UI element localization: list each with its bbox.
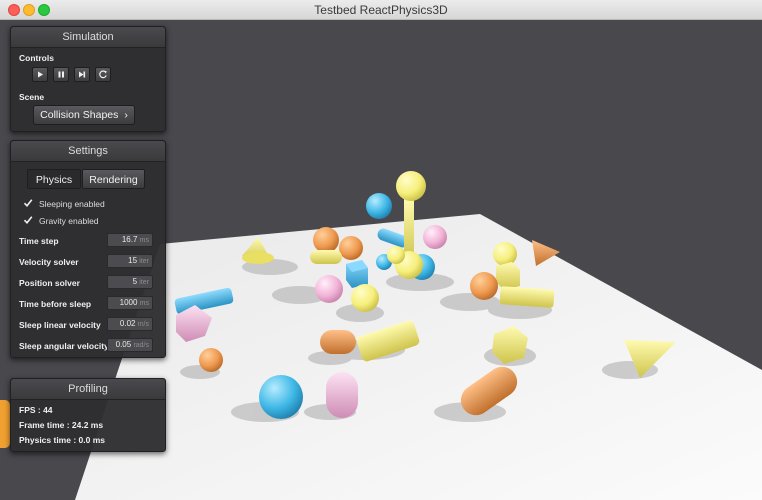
simulation-panel-title: Simulation — [11, 27, 165, 48]
position-solver-unit: iter — [139, 279, 149, 286]
yellow-sphere — [387, 246, 405, 264]
yellow-cylinder — [499, 286, 555, 308]
time-step-unit: ms — [139, 237, 149, 244]
time-before-sleep-unit: ms — [139, 300, 149, 307]
check-icon — [23, 199, 33, 208]
time-step-value: 16.7 — [121, 235, 138, 244]
simulation-panel: Simulation Controls Scene Collision Shap… — [10, 26, 166, 132]
profiling-panel: Profiling FPS : 44 Frame time : 24.2 ms … — [10, 378, 166, 452]
cyan-sphere — [366, 193, 392, 219]
controls-label: Controls — [19, 53, 54, 63]
position-solver-value: 5 — [132, 277, 138, 286]
check-icon — [23, 216, 33, 225]
sleep-linear-velocity-value: 0.02 — [119, 319, 136, 328]
frame-time-readout: Frame time : 24.2 ms — [19, 420, 104, 430]
orange-sphere — [470, 272, 498, 300]
sleep-angular-velocity-field[interactable]: 0.05 rad/s — [107, 338, 153, 352]
play-icon — [38, 71, 43, 78]
sleep-angular-velocity-unit: rad/s — [133, 342, 149, 349]
pink-capsule — [326, 372, 358, 418]
window-title: Testbed ReactPhysics3D — [314, 3, 448, 17]
sleep-angular-velocity-value: 0.05 — [115, 340, 132, 349]
orange-sphere — [199, 348, 223, 372]
tab-rendering[interactable]: Rendering — [82, 169, 145, 189]
velocity-solver-value: 15 — [128, 256, 138, 265]
restart-icon — [99, 70, 107, 79]
yellow-capsule — [310, 250, 342, 264]
step-icon — [79, 71, 86, 78]
scene-select-button[interactable]: Collision Shapes › — [33, 105, 135, 125]
settings-panel: Settings Physics Rendering Sleeping enab… — [10, 140, 166, 358]
gravity-enabled-checkbox[interactable] — [23, 215, 33, 225]
sleep-linear-velocity-unit: m/s — [137, 321, 149, 328]
sleep-linear-velocity-label: Sleep linear velocity — [19, 320, 101, 330]
yellow-sphere — [493, 242, 517, 266]
settings-panel-title: Settings — [11, 141, 165, 162]
profiling-panel-title: Profiling — [11, 379, 165, 400]
sleeping-enabled-checkbox[interactable] — [23, 198, 33, 208]
restart-button[interactable] — [95, 67, 111, 82]
yellow-sphere — [396, 171, 426, 201]
time-before-sleep-value: 1000 — [119, 298, 138, 307]
side-tab-marker — [0, 400, 10, 448]
velocity-solver-label: Velocity solver — [19, 257, 79, 267]
play-button[interactable] — [32, 67, 48, 82]
gravity-enabled-label: Gravity enabled — [39, 216, 99, 226]
scene-button-label: Collision Shapes — [40, 109, 119, 121]
sleep-linear-velocity-field[interactable]: 0.02 m/s — [107, 317, 153, 331]
orange-sphere — [313, 227, 339, 253]
position-solver-label: Position solver — [19, 278, 80, 288]
pink-sphere — [423, 225, 447, 249]
chevron-right-icon: › — [124, 109, 128, 121]
pause-button[interactable] — [53, 67, 69, 82]
scene-label: Scene — [19, 92, 45, 102]
sleep-angular-velocity-label: Sleep angular velocity — [19, 341, 109, 351]
time-step-field[interactable]: 16.7 ms — [107, 233, 153, 247]
position-solver-field[interactable]: 5 iter — [107, 275, 153, 289]
step-button[interactable] — [74, 67, 90, 82]
orange-sphere — [339, 236, 363, 260]
title-bar: Testbed ReactPhysics3D — [0, 0, 762, 20]
time-step-label: Time step — [19, 236, 59, 246]
time-before-sleep-label: Time before sleep — [19, 299, 92, 309]
cyan-sphere — [259, 375, 303, 419]
velocity-solver-field[interactable]: 15 iter — [107, 254, 153, 268]
sleeping-enabled-label: Sleeping enabled — [39, 199, 105, 209]
yellow-sphere — [351, 284, 379, 312]
yellow-cone-base — [242, 252, 274, 264]
time-before-sleep-field[interactable]: 1000 ms — [107, 296, 153, 310]
tab-physics[interactable]: Physics — [27, 169, 81, 189]
physics-time-readout: Physics time : 0.0 ms — [19, 435, 105, 445]
pause-icon — [58, 71, 64, 78]
velocity-solver-unit: iter — [139, 258, 149, 265]
fps-readout: FPS : 44 — [19, 405, 53, 415]
pink-sphere — [315, 275, 343, 303]
orange-capsule — [320, 330, 356, 354]
